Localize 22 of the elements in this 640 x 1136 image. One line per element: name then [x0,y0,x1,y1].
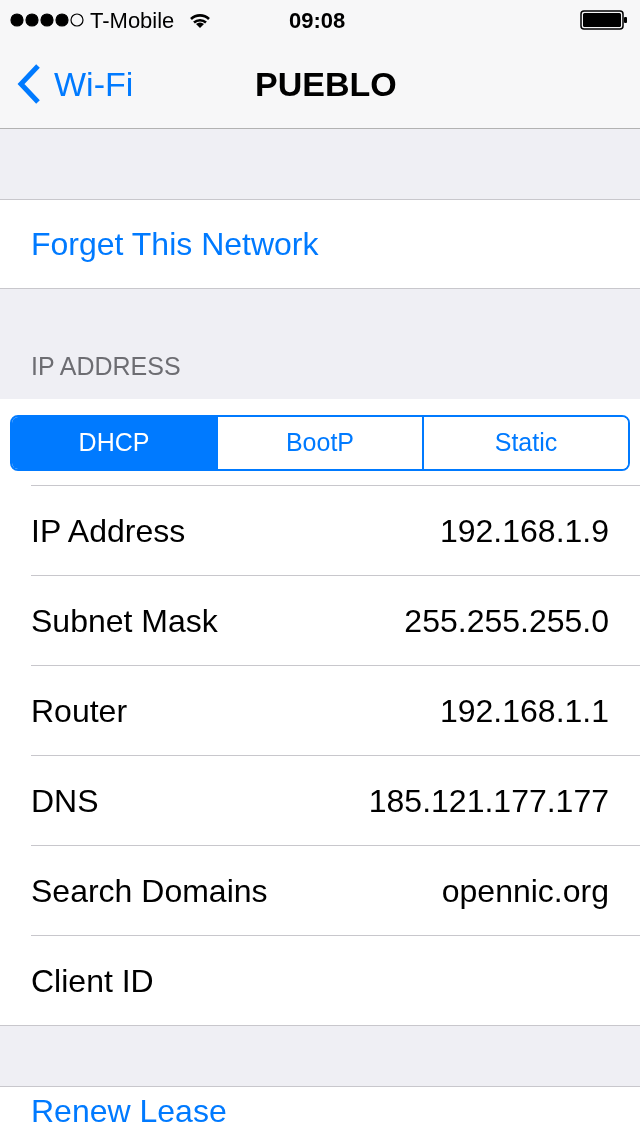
section-header: IP ADDRESS [31,350,181,382]
row-value: opennic.org [441,871,609,911]
signal-icon [10,13,84,27]
carrier-name: T-Mobile [90,6,175,35]
clock-time: 09:08 [289,6,346,35]
back-button[interactable]: Wi-Fi [16,58,134,110]
row-value: 192.168.1.1 [439,691,609,731]
row-value: 185.121.177.177 [368,781,609,821]
row-label: Router [31,691,128,731]
row-value: 255.255.255.0 [404,601,609,641]
chevron-left-icon [16,63,42,105]
row-value: 192.168.1.9 [439,511,609,551]
row-label: Search Domains [31,871,268,911]
row-label: Client ID [31,961,154,1001]
segment-tab[interactable]: Static [422,417,628,469]
battery-icon [580,10,628,30]
row-label: IP Address [31,511,186,551]
page-title: PUEBLO [255,63,397,105]
segment-tab[interactable]: DHCP [12,417,216,469]
row-label: DNS [31,781,99,821]
row-label: Subnet Mask [31,601,218,641]
renew-lease-button[interactable]: Renew Lease [31,1095,227,1127]
